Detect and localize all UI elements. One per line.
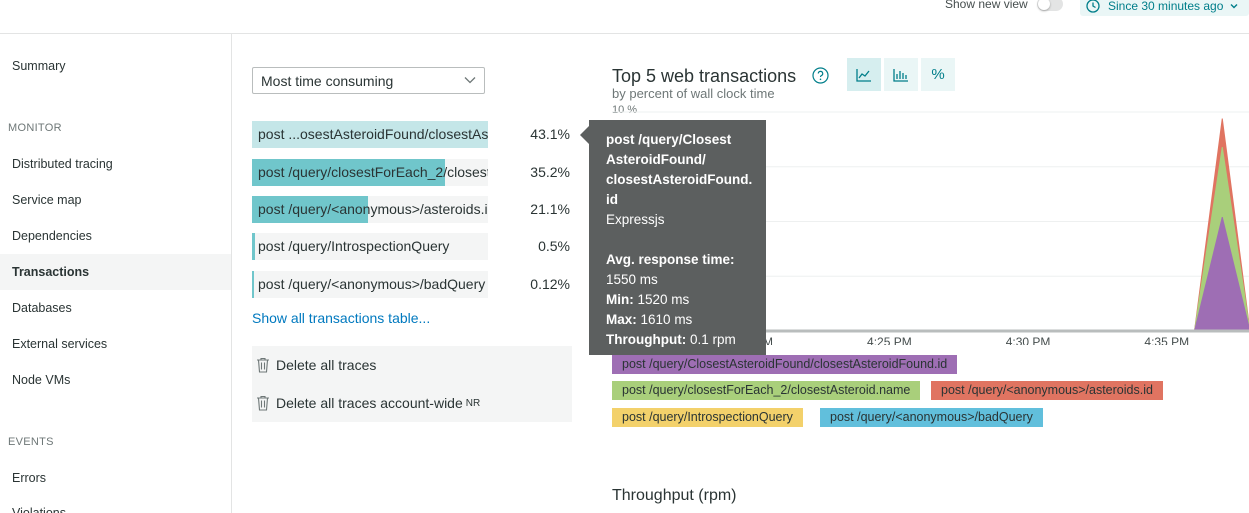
sidebar-item-summary[interactable]: Summary [0,48,231,84]
sidebar-item-databases[interactable]: Databases [0,290,231,326]
percent-button-label: % [931,66,945,83]
delete-account-traces-button[interactable]: Delete all traces account-wide NR [256,393,480,413]
transaction-name: post ...osestAsteroidFound/closestAstero… [258,126,488,142]
help-icon[interactable] [812,67,829,84]
toggle-knob [1038,0,1050,10]
tooltip-min: Min: 1520 ms [606,292,690,307]
x-tick-label: 4:25 PM [867,335,912,345]
sidebar-item-external-services[interactable]: External services [0,326,231,362]
tooltip-throughput: Throughput: 0.1 rpm [606,332,736,347]
delete-traces-panel: Delete all traces Delete all traces acco… [252,346,572,422]
area-chart-icon [856,68,871,82]
sidebar-item-distributed-tracing[interactable]: Distributed tracing [0,146,231,182]
sidebar-item-node-vms[interactable]: Node VMs [0,362,231,398]
time-range-picker[interactable]: Since 30 minutes ago [1080,0,1249,16]
sort-select-value: Most time consuming [261,72,394,89]
percent-chart-button[interactable]: % [921,58,955,91]
transaction-percent: 0.12% [530,276,570,292]
tooltip-max: Max: 1610 ms [606,312,693,327]
legend-item[interactable]: post /query/closestForEach_2/closestAste… [612,381,921,400]
section-label-events: EVENTS [8,436,54,448]
new-view-toggle[interactable] [1037,0,1063,11]
chart-title: Top 5 web transactions [612,66,797,86]
transaction-row[interactable]: post /query/<anonymous>/asteroids.id 21.1… [252,196,572,223]
bar-chart-button[interactable] [884,58,918,91]
x-tick-label: 4:35 PM [1144,335,1189,345]
transaction-name: post /query/IntrospectionQuery [258,238,450,254]
delete-account-traces-label: Delete all traces account-wide [276,395,463,411]
sidebar-item-errors[interactable]: Errors [0,460,231,496]
chart-subtitle: by percent of wall clock time [612,86,775,101]
bar-chart-icon [893,68,908,82]
sidebar-item-service-map[interactable]: Service map [0,182,231,218]
top-bar: Show new view Since 30 minutes ago [0,0,1249,34]
tooltip-app-name: Expressjs [606,212,665,227]
transaction-name: post /query/<anonymous>/badQuery [258,276,486,292]
sidebar-item-violations[interactable]: Violations [0,496,231,513]
show-all-transactions-link[interactable]: Show all transactions table... [252,310,430,326]
transaction-bar [252,233,255,260]
nr-superscript: NR [465,397,481,409]
show-new-view-label: Show new view [945,0,1028,11]
transaction-percent: 0.5% [538,238,570,254]
area-chart-button[interactable] [847,58,881,91]
delete-all-traces-button[interactable]: Delete all traces [256,355,376,375]
trash-icon [257,395,269,411]
legend-item[interactable]: post /query/ClosestAsteroidFound/closest… [612,355,958,374]
transaction-row[interactable]: post /query/closestForEach_2/closestAste… [252,159,572,186]
delete-all-traces-label: Delete all traces [276,357,377,373]
legend-item[interactable]: post /query/<anonymous>/asteroids.id [931,381,1163,400]
transaction-row[interactable]: post ...osestAsteroidFound/closestAstero… [252,121,572,148]
transaction-name: post /query/closestForEach_2/closestAste… [258,164,488,180]
transaction-name: post /query/<anonymous>/asteroids.id [258,201,488,217]
section-label-monitor: MONITOR [8,122,62,134]
transaction-percent: 35.2% [530,164,570,180]
legend-item[interactable]: post /query/<anonymous>/badQuery [820,408,1043,427]
transaction-row[interactable]: post /query/IntrospectionQuery 0.5% [252,233,572,260]
sidebar-item-dependencies[interactable]: Dependencies [0,218,231,254]
tooltip-avg-response: Avg. response time: 1550 ms [606,252,735,287]
transaction-percent: 43.1% [530,126,570,142]
sidebar-item-transactions[interactable]: Transactions [0,254,231,290]
sort-select[interactable]: Most time consuming [252,67,485,94]
trash-icon [257,357,269,373]
transaction-row[interactable]: post /query/<anonymous>/badQuery 0.12% [252,271,572,298]
transaction-bar [252,271,254,298]
sidebar: Summary MONITOR Distributed tracing Serv… [0,34,232,513]
tooltip-transaction-name: post /query/Closest AsteroidFound/closest… [606,132,753,207]
chevron-down-icon [464,77,476,84]
x-tick-label: 4:30 PM [1006,335,1051,345]
chevron-down-icon [1230,4,1238,9]
clock-icon [1086,0,1100,13]
tooltip-arrow [580,126,589,144]
chart-tooltip: post /query/Closest AsteroidFound/closest… [580,120,766,355]
transaction-percent: 21.1% [530,201,570,217]
throughput-title: Throughput (rpm) [612,487,737,504]
legend-item[interactable]: post /query/IntrospectionQuery [612,408,803,427]
time-range-label: Since 30 minutes ago [1108,0,1224,13]
